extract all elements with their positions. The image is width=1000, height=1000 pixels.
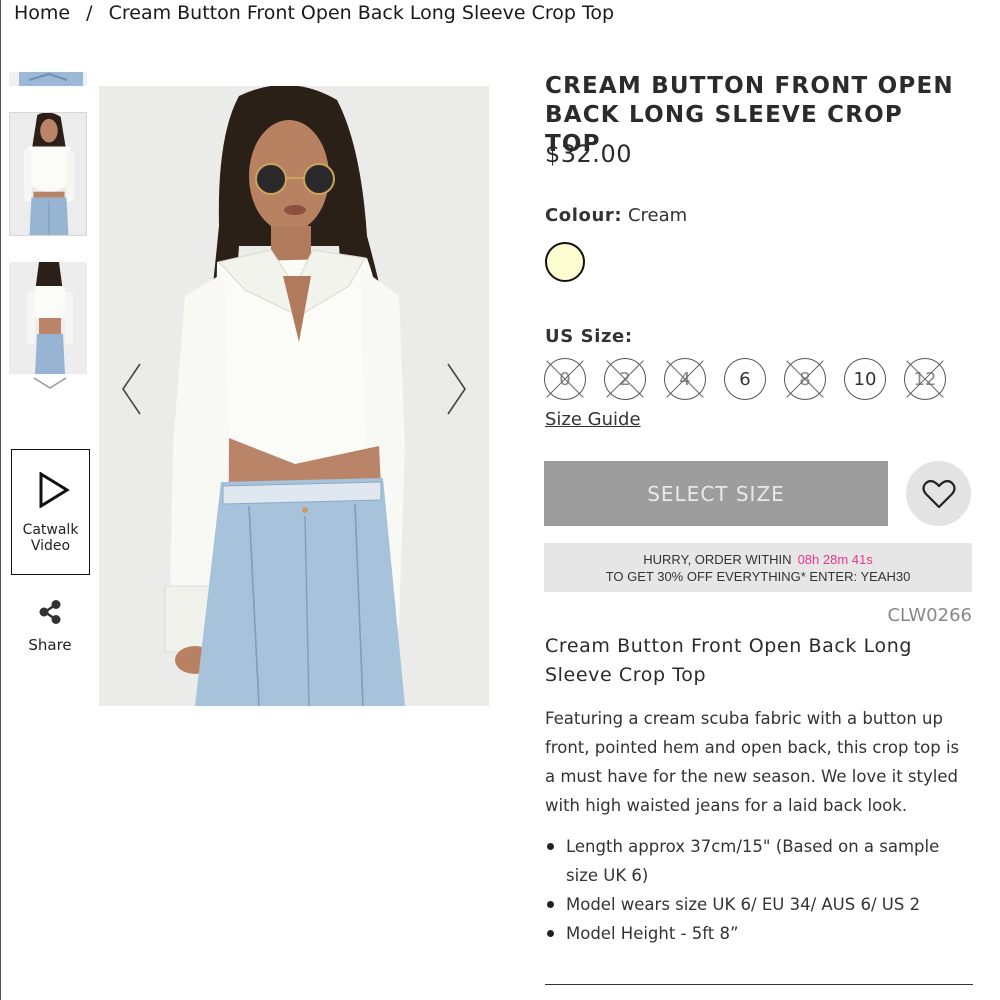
share-button[interactable]: Share — [18, 598, 82, 654]
size-option-2[interactable]: 2 — [604, 358, 646, 400]
share-icon — [39, 600, 61, 624]
list-item: Model Height - 5ft 8” — [545, 919, 970, 948]
thumbnail-jeans-crop[interactable] — [9, 72, 87, 86]
thumbnail-back-view[interactable] — [9, 262, 87, 374]
breadcrumb-separator: / — [86, 2, 93, 24]
size-guide-link[interactable]: Size Guide — [545, 409, 641, 430]
catwalk-video-label: Catwalk Video — [22, 522, 79, 554]
colour-label: Colour: — [545, 205, 623, 226]
size-option-0[interactable]: 0 — [544, 358, 586, 400]
breadcrumb-home-link[interactable]: Home — [14, 2, 70, 24]
play-icon — [39, 472, 70, 508]
chevron-down-icon[interactable] — [32, 376, 68, 390]
main-product-image[interactable] — [99, 86, 489, 706]
wishlist-button[interactable] — [906, 461, 971, 526]
size-option-4[interactable]: 4 — [664, 358, 706, 400]
product-sku: CLW0266 — [887, 605, 972, 626]
promo-banner: HURRY, ORDER WITHIN 08h 28m 41s TO GET 30… — [544, 543, 972, 592]
promo-code-text: TO GET 30% OFF EVERYTHING* ENTER: YEAH30 — [605, 569, 911, 584]
size-option-6[interactable]: 6 — [724, 358, 766, 400]
breadcrumb: Home / Cream Button Front Open Back Long… — [14, 2, 614, 24]
size-selector: 0 2 4 6 8 10 12 — [544, 358, 946, 400]
list-item: Model wears size UK 6/ EU 34/ AUS 6/ US … — [545, 890, 970, 919]
size-option-12[interactable]: 12 — [904, 358, 946, 400]
section-divider — [545, 984, 973, 985]
catwalk-video-button[interactable]: Catwalk Video — [11, 449, 90, 575]
promo-prefix: HURRY, ORDER WITHIN — [643, 552, 792, 567]
promo-countdown: 08h 28m 41s — [797, 552, 873, 567]
size-label: US Size: — [545, 326, 633, 347]
colour-value: Cream — [627, 205, 688, 226]
product-price: $32.00 — [545, 140, 632, 168]
colour-row: Colour: Cream — [545, 205, 687, 226]
heart-icon — [921, 479, 956, 508]
share-label: Share — [28, 636, 72, 654]
description-text: Featuring a cream scuba fabric with a bu… — [545, 709, 960, 815]
select-size-button[interactable]: SELECT SIZE — [544, 461, 888, 526]
thumbnail-front-view[interactable] — [9, 112, 87, 236]
list-item: Length approx 37cm/15" (Based on a sampl… — [545, 832, 970, 890]
product-details-list: Length approx 37cm/15" (Based on a sampl… — [545, 832, 970, 948]
colour-swatch-cream[interactable] — [545, 242, 585, 282]
chevron-right-icon[interactable] — [444, 362, 468, 416]
description-title: Cream Button Front Open Back Long Sleeve… — [545, 635, 913, 686]
breadcrumb-current: Cream Button Front Open Back Long Sleeve… — [108, 2, 615, 24]
chevron-left-icon[interactable] — [120, 362, 144, 416]
size-option-8[interactable]: 8 — [784, 358, 826, 400]
page-left-border — [0, 0, 1, 1000]
size-option-10[interactable]: 10 — [844, 358, 886, 400]
